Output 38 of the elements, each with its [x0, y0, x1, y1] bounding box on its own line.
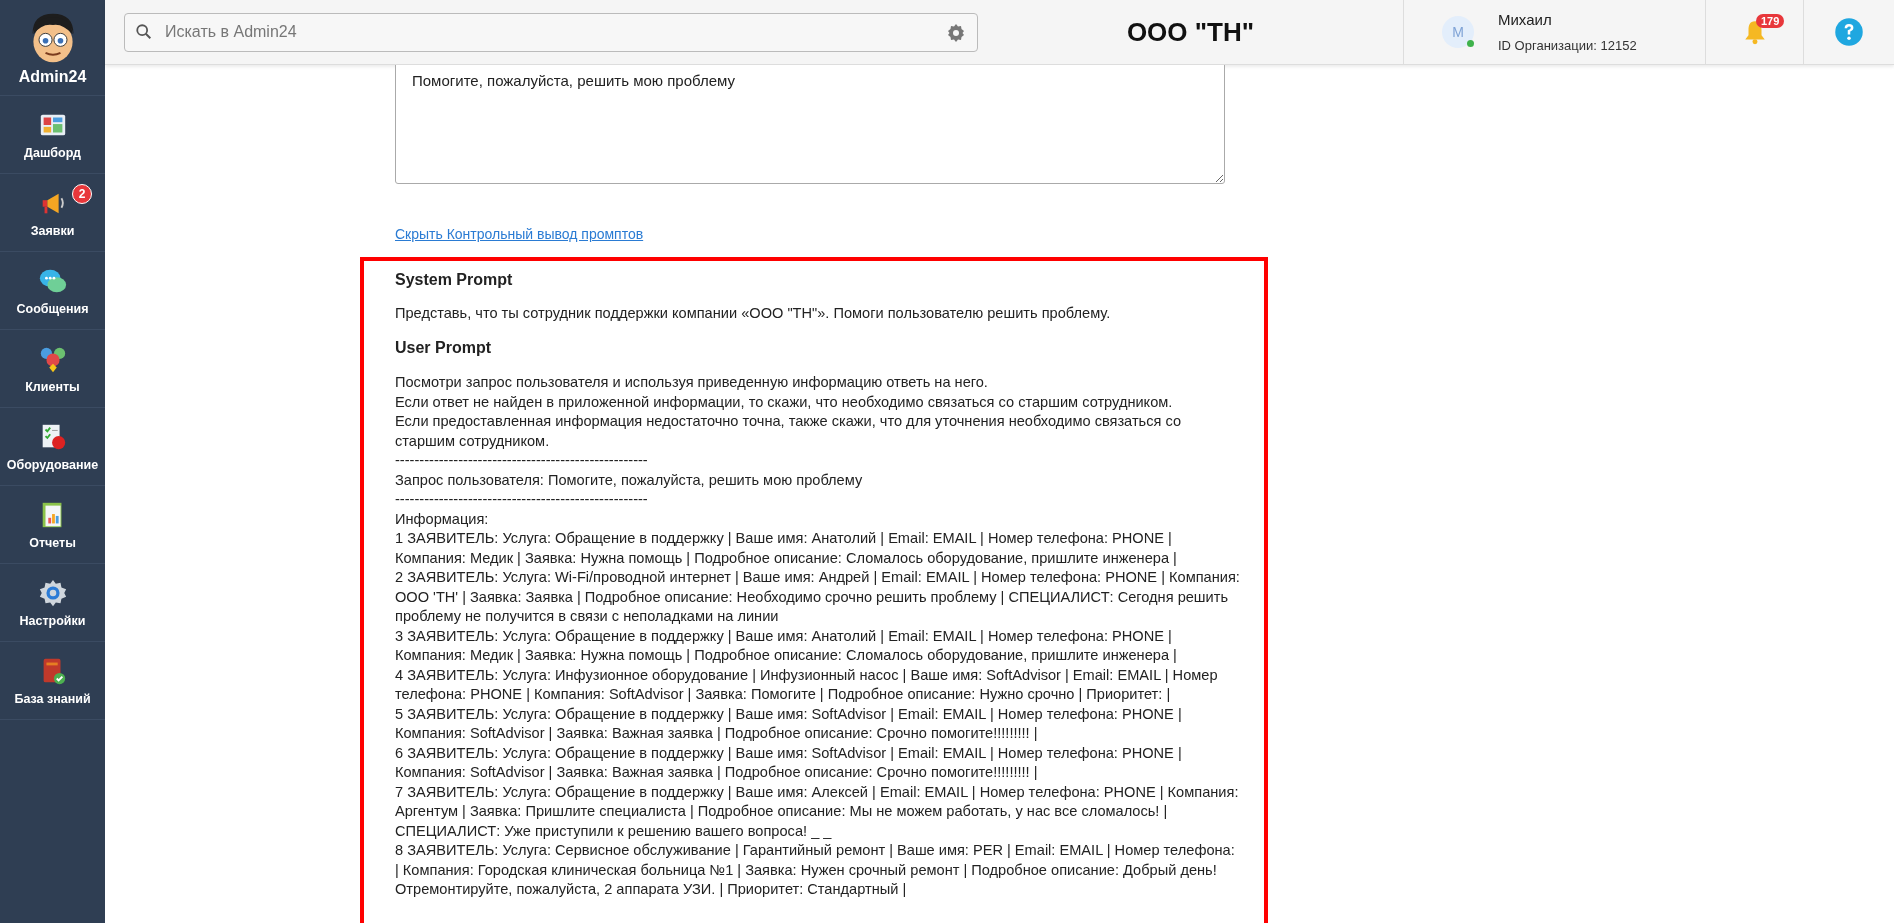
sidebar-item[interactable]: Клиенты — [0, 330, 105, 408]
prompt-text-line: Посмотри запрос пользователя и используя приведенную информацию ответь на него. — [395, 373, 989, 392]
hide-prompts-link[interactable]: Скрыть Контрольный вывод промптов — [395, 226, 644, 242]
search-field[interactable]: Искать в Admin24 — [124, 12, 978, 52]
prompt-text-line: 8 ЗАЯВИТЕЛЬ: Услуга: Сервисное обслуживание | Гарантийный ремонт | Ваше имя: PER | Email: EMAIL | Номер телефона: | Компания: Городская клиническая больница №1 | Заявка: Нужен срочный ремонт | Подробное описание: Добрый день! Отремонтируйте, пожалуйста, 2 аппарата УЗИ. | Приоритет: Стандартный | — [395, 841, 1236, 899]
prompt-text-line: 2 ЗАЯВИТЕЛЬ: Услуга: Wi-Fi/проводной интернет | Ваше имя: Андрей | Email: EMAIL | Номер телефона: PHONE | Компания: ООО 'ТН' | Заявка: Заявка | Подробное описание: Необходимо срочно решить проблему | СПЕЦИАЛИСТ: Сегодня решить проблему не получится в связи с неполадками на линии — [395, 568, 1240, 626]
prompt-text-line: ---------------------------------------------------- — [395, 451, 649, 470]
sidebar-item[interactable]: Сообщения — [0, 252, 105, 330]
prompt-text-line: Если ответ не найден в приложенной информации, то скажи, что необходимо связаться со старшим сотрудником. — [395, 392, 1174, 412]
prompt-text-line: 7 ЗАЯВИТЕЛЬ: Услуга: Обращение в поддержку | Ваше имя: Алексей | Email: EMAIL | Номер телефона: PHONE | Компания: Аргентум | Заявка: Пришлите специалиста | Подробное описание: Мы не можем работать, у нас все сломалось! | СПЕЦИАЛИСТ: Уже приступили к решению вашего вопроса! _ _ — [395, 782, 1240, 841]
prompt-text-line: 3 ЗАЯВИТЕЛЬ: Услуга: Обращение в поддержку | Ваше имя: Анатолий | Email: EMAIL | Номер телефона: PHONE | Компания: Медик | Заявка: Нужна помощь | Подробное описание: Сломалось оборудование, пришлите инженера | — [395, 626, 1178, 665]
settings-icon[interactable] — [946, 22, 966, 43]
prompt-text-line: ---------------------------------------------------- — [395, 490, 649, 509]
user-name: Михаил — [1498, 11, 1553, 28]
online-status-dot — [1467, 40, 1474, 47]
company-name: ООО "ТН" — [1125, 16, 1256, 48]
prompt-text-line: Если предоставленная информация недостаточно точна, также скажи, что для уточнения необходимо связаться со старшим сотрудником. — [395, 412, 1183, 451]
prompt-text-line: 1 ЗАЯВИТЕЛЬ: Услуга: Обращение в поддержку | Ваше имя: Анатолий | Email: EMAIL | Номер телефона: PHONE | Компания: Медик | Заявка: Нужна помощь | Подробное описание: Сломалось оборудование, пришлите инженера | — [395, 529, 1178, 568]
system-prompt-text: Представь, что ты сотрудник поддержки компании «ООО "ТН"». Помоги пользователю решить проблему. — [395, 305, 1112, 321]
brand-name: Admin24 — [18, 67, 87, 86]
organization-id: ID Организации: 12152 — [1498, 38, 1637, 53]
sidebar-item[interactable]: Отчеты — [0, 486, 105, 564]
section-heading: System Prompt — [395, 271, 514, 289]
prompt-text-line: Информация: — [395, 509, 490, 529]
section-heading: User Prompt — [395, 339, 493, 357]
prompt-text-line: Запрос пользователя: Помогите, пожалуйста, решить мою проблему — [395, 470, 864, 490]
notification-badge: 179 — [1756, 14, 1785, 28]
help-icon[interactable] — [1834, 17, 1864, 47]
sidebar-item[interactable]: 2 Заявки — [0, 174, 105, 252]
sidebar-item[interactable]: Настройки — [0, 564, 105, 642]
prompt-text-line: 4 ЗАЯВИТЕЛЬ: Услуга: Инфузионное оборудование | Инфузионный насос | Ваше имя: SoftAdvisor | Email: EMAIL | Номер телефона: PHONE | Компания: SoftAdvisor | Заявка: Помогите | Подробное описание: Нужно срочно | Приоритет: | — [395, 665, 1219, 704]
sidebar-item[interactable]: Оборудование — [0, 408, 105, 486]
sidebar-item[interactable]: Дашборд — [0, 96, 105, 174]
prompt-text-line: 6 ЗАЯВИТЕЛЬ: Услуга: Обращение в поддержку | Ваше имя: SoftAdvisor | Email: EMAIL | Номер телефона: PHONE | Компания: SoftAdvisor | Заявка: Важная заявка | Подробное описание: Срочно помогите!!!!!!!!! | — [395, 743, 1183, 782]
prompt-text-line: 5 ЗАЯВИТЕЛЬ: Услуга: Обращение в поддержку | Ваше имя: SoftAdvisor | Email: EMAIL | Номер телефона: PHONE | Компания: SoftAdvisor | Заявка: Важная заявка | Подробное описание: Срочно помогите!!!!!!!!! | — [395, 704, 1183, 743]
notification-badge: 2 — [72, 184, 92, 204]
sidebar-item[interactable]: База знаний — [0, 642, 105, 720]
message-text-area[interactable]: Помогите, пожалуйста, решить мою проблему — [395, 65, 1225, 184]
